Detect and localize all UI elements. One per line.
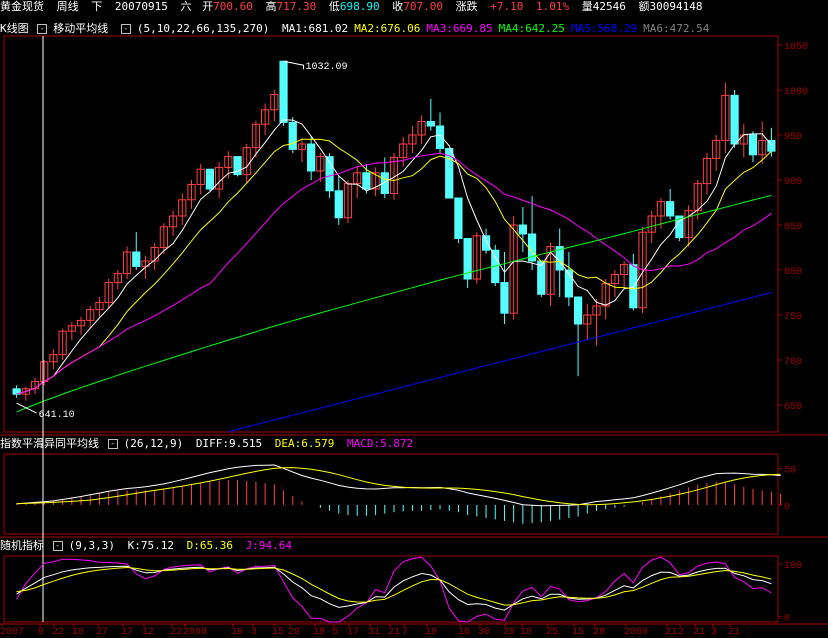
x-tick-label: 31	[368, 627, 380, 638]
kdj-params: (9,3,3)	[68, 539, 115, 552]
ma-line-ma4	[16, 194, 772, 413]
macd-params: (26,12,9)	[123, 437, 184, 450]
x-tick-label: 21	[728, 627, 740, 638]
x-tick-label: 20	[503, 627, 515, 638]
candle-body	[500, 282, 509, 314]
candle-body	[481, 235, 491, 251]
kdj-j-line	[16, 556, 772, 623]
kdj-k: K:75.12	[127, 539, 174, 552]
collapse-macd-icon[interactable]: -	[107, 439, 118, 449]
x-tick-label: 2	[678, 627, 684, 638]
x-tick-label: 2008	[183, 627, 207, 638]
main-panel-frame	[3, 35, 779, 433]
candle-body	[454, 197, 463, 239]
x-tick-label: 5	[332, 627, 338, 638]
x-tick-label: 30	[478, 627, 490, 638]
x-tick-label: 3	[711, 627, 717, 638]
collapse-kdj-icon[interactable]: -	[52, 541, 63, 551]
x-tick-label: 7	[402, 627, 408, 638]
y-tick-label: 50	[784, 466, 796, 477]
kdj-indicator-label[interactable]: 随机指标	[0, 539, 44, 552]
candle-body	[730, 94, 739, 145]
macd-diff: DIFF:9.515	[195, 437, 263, 450]
x-tick-label: 21	[665, 627, 677, 638]
macd-indicator-label[interactable]: 指数平滑异同平均线	[0, 437, 99, 450]
candle-body	[205, 168, 215, 190]
candle-body	[518, 224, 527, 235]
x-tick-label: 10	[520, 627, 532, 638]
x-tick-label: 17	[121, 627, 133, 638]
x-tick-label: 15	[572, 627, 584, 638]
candle-body	[334, 190, 343, 219]
candle-body	[288, 121, 297, 150]
high-marker-label: 1032.09	[306, 62, 348, 73]
x-tick-label: 16	[458, 627, 470, 638]
macd-dea-line	[16, 467, 781, 506]
candle-body	[629, 264, 638, 309]
low-marker-label: 641.10	[39, 410, 75, 421]
x-tick-label: 27	[96, 627, 108, 638]
candle-body	[666, 201, 675, 217]
macd-value: MACD:5.872	[346, 437, 414, 450]
x-tick-label: 2009	[624, 627, 648, 638]
kdj-j: J:94.64	[245, 539, 292, 552]
y-tick-label: 850	[784, 222, 802, 233]
macd-diff-line	[16, 464, 781, 507]
x-tick-label: 22	[52, 627, 64, 638]
x-tick-label: 19	[313, 627, 325, 638]
candle-body	[307, 143, 316, 172]
ma-line-ma5	[228, 292, 772, 433]
x-tick-label: 21	[388, 627, 400, 638]
macd-panel-frame	[3, 453, 779, 535]
y-tick-label: 700	[784, 357, 802, 368]
macd-legend: 指数平滑异同平均线 - (26,12,9) DIFF:9.515 DEA:6.57…	[0, 437, 419, 451]
x-tick-label: 15	[272, 627, 284, 638]
kdj-d: D:65.36	[186, 539, 233, 552]
x-tick-label: 12	[142, 627, 154, 638]
y-tick-label: 650	[784, 402, 802, 413]
x-tick-label: 25	[546, 627, 558, 638]
kdj-legend: 随机指标 - (9,3,3) K:75.12 D:65.36 J:94.64	[0, 539, 298, 553]
y-tick-label: 0	[784, 502, 790, 513]
candle-body	[362, 172, 371, 190]
x-tick-label: 21	[693, 627, 705, 638]
macd-dea: DEA:6.579	[274, 437, 335, 450]
y-tick-label: 1000	[784, 87, 808, 98]
y-tick-label: 950	[784, 132, 802, 143]
candle-body	[748, 134, 758, 156]
x-tick-label: 16	[231, 627, 243, 638]
y-tick-label: 900	[784, 177, 802, 188]
x-tick-label: 29	[288, 627, 300, 638]
y-tick-label: 100	[784, 561, 802, 572]
x-tick-label: 10	[72, 627, 84, 638]
x-tick-label: 9	[38, 627, 44, 638]
y-tick-label: 1050	[784, 42, 808, 53]
y-tick-label: 800	[784, 267, 802, 278]
x-tick-label: 2007	[0, 627, 24, 638]
x-tick-label: 3	[251, 627, 257, 638]
x-tick-label: 19	[425, 627, 437, 638]
x-tick-label: 22	[170, 627, 182, 638]
x-tick-label: 29	[593, 627, 605, 638]
x-tick-label: 17	[347, 627, 359, 638]
candle-body	[132, 251, 141, 267]
y-tick-label: 0	[784, 614, 790, 625]
y-tick-label: 750	[784, 312, 802, 323]
candle-body	[426, 121, 435, 127]
candle-body	[573, 296, 583, 325]
candle-body	[279, 60, 288, 123]
kdj-k-line	[16, 565, 772, 611]
